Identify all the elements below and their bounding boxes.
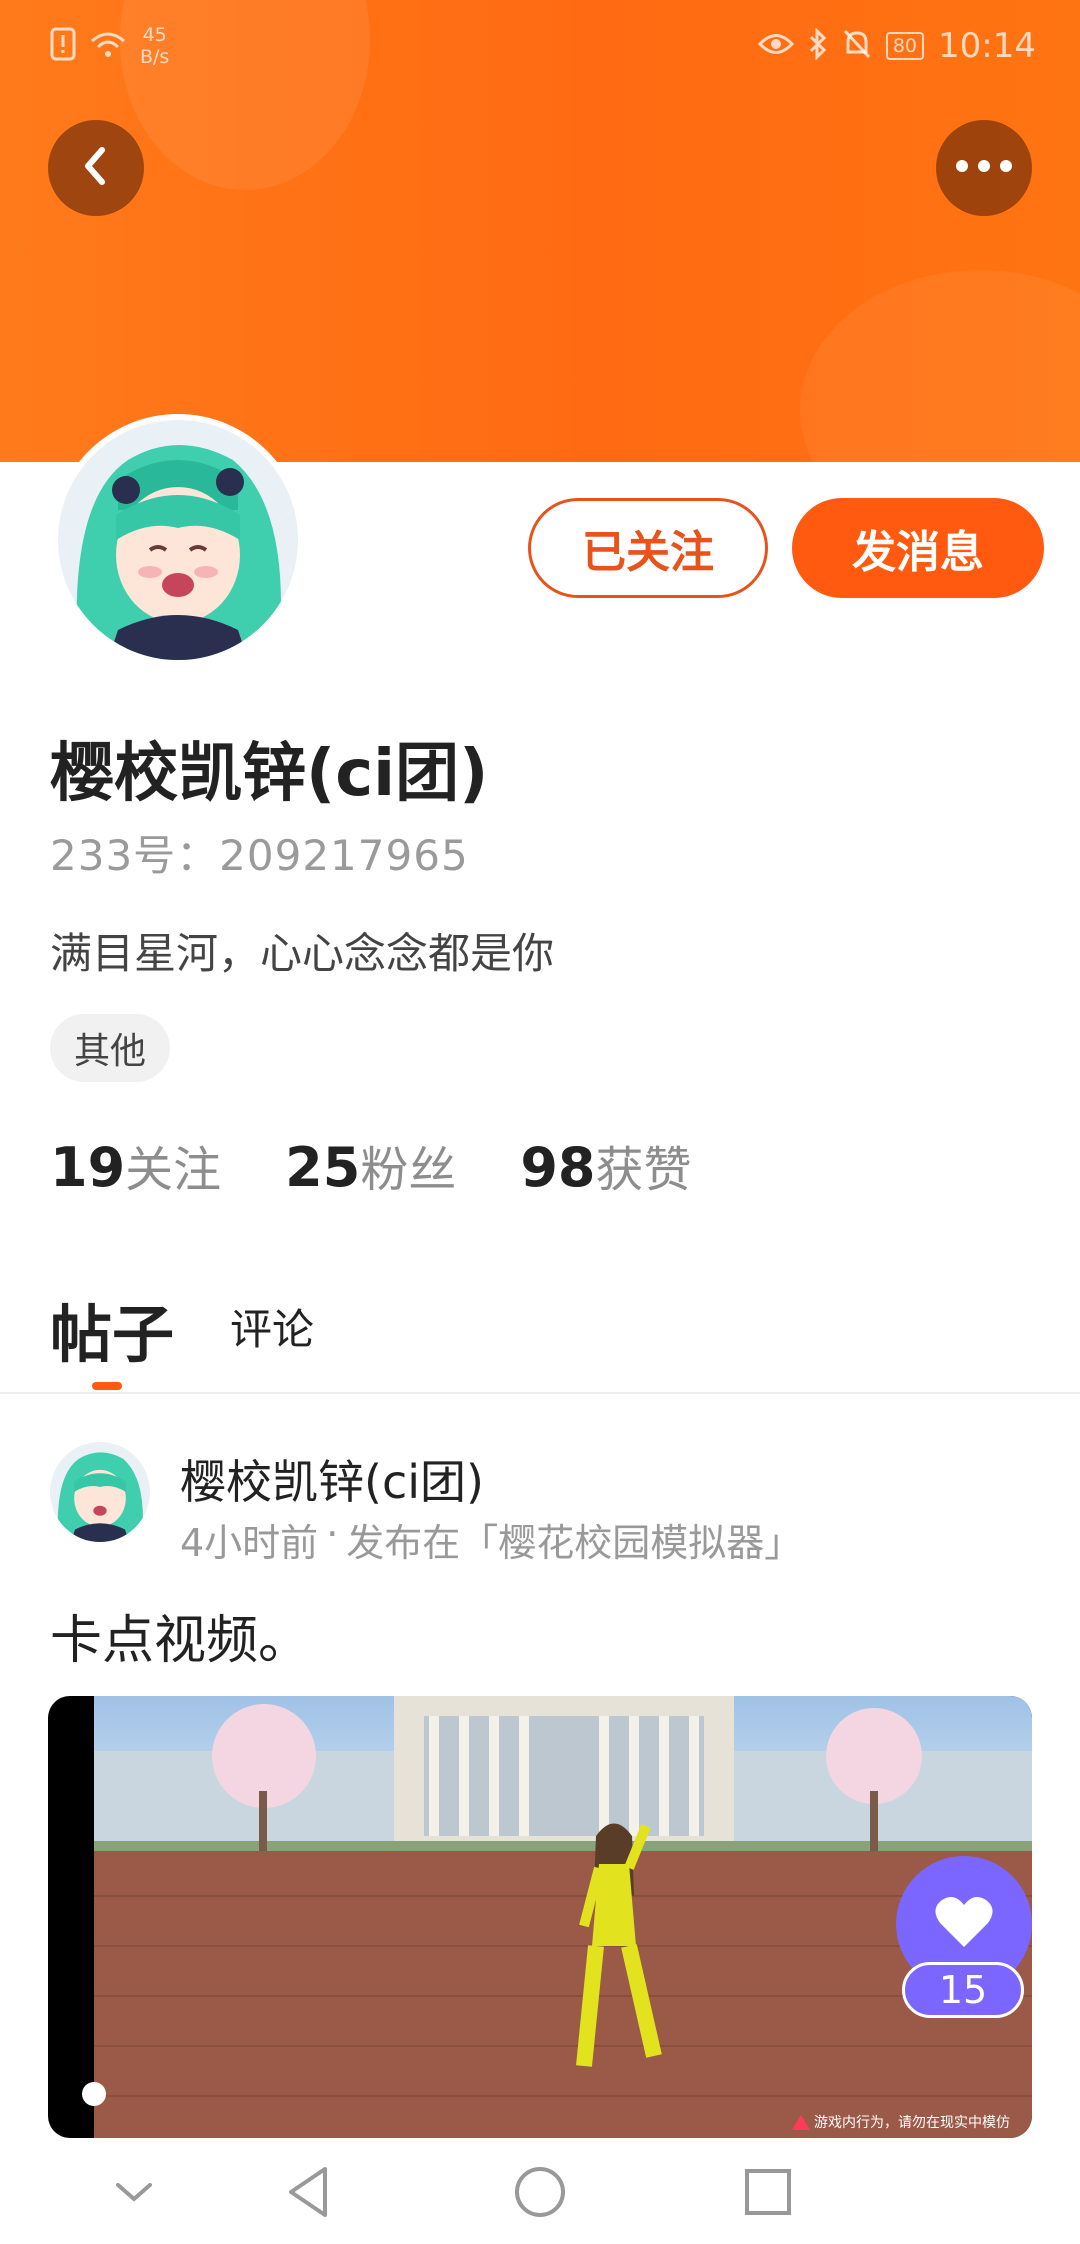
stat-following-count: 19 <box>50 1136 126 1199</box>
bluetooth-icon <box>808 27 828 64</box>
wifi-icon <box>90 29 126 63</box>
net-speed-value: 45 <box>142 24 167 46</box>
avatar[interactable] <box>58 420 298 660</box>
net-speed-unit: B/s <box>140 46 170 68</box>
back-button[interactable] <box>48 120 144 216</box>
post-text: 卡点视频。 <box>50 1611 311 1671</box>
stat-likes-count: 98 <box>520 1136 596 1199</box>
safety-watermark: 游戏内行为，请勿在现实中模仿 <box>792 2112 1010 2132</box>
battery-icon: 80 <box>885 32 925 60</box>
eye-icon <box>757 31 794 61</box>
back-icon[interactable] <box>280 2162 340 2222</box>
warning-icon <box>50 27 76 65</box>
stat-fans-label: 粉丝 <box>360 1142 457 1198</box>
post-time: 4小时前 <box>180 1521 319 1565</box>
status-right: 80 10:14 <box>757 26 1036 66</box>
send-message-button[interactable]: 发消息 <box>792 498 1044 598</box>
post-author-avatar[interactable] <box>50 1442 150 1542</box>
post-meta-separator: · <box>326 1512 339 1556</box>
followed-button[interactable]: 已关注 <box>528 498 768 598</box>
profile-header: 45 B/s 80 10:14 <box>0 0 1080 462</box>
post-community[interactable]: 发布在「樱花校园模拟器」 <box>346 1512 802 1567</box>
post-video[interactable]: 游戏内行为，请勿在现实中模仿 <box>48 1696 1032 2138</box>
stat-fans[interactable]: 25 粉丝 <box>285 1130 456 1200</box>
user-id: 233号：209217965 <box>50 831 469 880</box>
status-bar: 45 B/s 80 10:14 <box>0 0 1080 100</box>
stat-following[interactable]: 19 关注 <box>50 1130 221 1200</box>
collapse-icon[interactable] <box>104 2162 164 2222</box>
recents-icon[interactable] <box>738 2162 798 2222</box>
stats-row: 19 关注 25 粉丝 98 获赞 <box>50 1130 692 1200</box>
system-nav-bar <box>0 2138 1080 2244</box>
home-icon[interactable] <box>510 2162 570 2222</box>
post-meta: 4小时前 · 发布在「樱花校园模拟器」 <box>180 1512 802 1567</box>
chevron-left-icon <box>78 144 114 192</box>
user-tag[interactable]: 其他 <box>50 1014 171 1082</box>
like-count: 15 <box>902 1962 1024 2018</box>
stat-likes-label: 获赞 <box>595 1142 692 1198</box>
tab-indicator <box>92 1382 122 1390</box>
video-thumbnail <box>94 1696 1032 2138</box>
video-progress-dot[interactable] <box>82 2082 106 2106</box>
safety-watermark-text: 游戏内行为，请勿在现实中模仿 <box>814 2115 1010 2131</box>
mute-icon <box>842 28 872 64</box>
net-speed: 45 B/s <box>140 24 169 68</box>
warning-triangle-icon <box>792 2114 810 2130</box>
stat-following-label: 关注 <box>125 1142 222 1198</box>
heart-icon <box>934 1895 994 1953</box>
tab-comments[interactable]: 评论 <box>230 1296 314 1357</box>
user-bio: 满目星河，心心念念都是你 <box>50 929 555 978</box>
user-name: 樱校凯锌(ci团) <box>50 737 489 811</box>
status-time: 10:14 <box>938 26 1036 66</box>
post-author-name[interactable]: 樱校凯锌(ci团) <box>180 1446 484 1512</box>
status-left: 45 B/s <box>50 24 169 68</box>
header-decoration <box>800 270 1080 462</box>
tab-posts[interactable]: 帖子 <box>50 1284 174 1374</box>
stat-likes[interactable]: 98 获赞 <box>520 1130 691 1200</box>
stat-fans-count: 25 <box>285 1136 361 1199</box>
more-button[interactable] <box>936 120 1032 216</box>
more-icon <box>954 158 1014 178</box>
divider <box>0 1392 1080 1394</box>
